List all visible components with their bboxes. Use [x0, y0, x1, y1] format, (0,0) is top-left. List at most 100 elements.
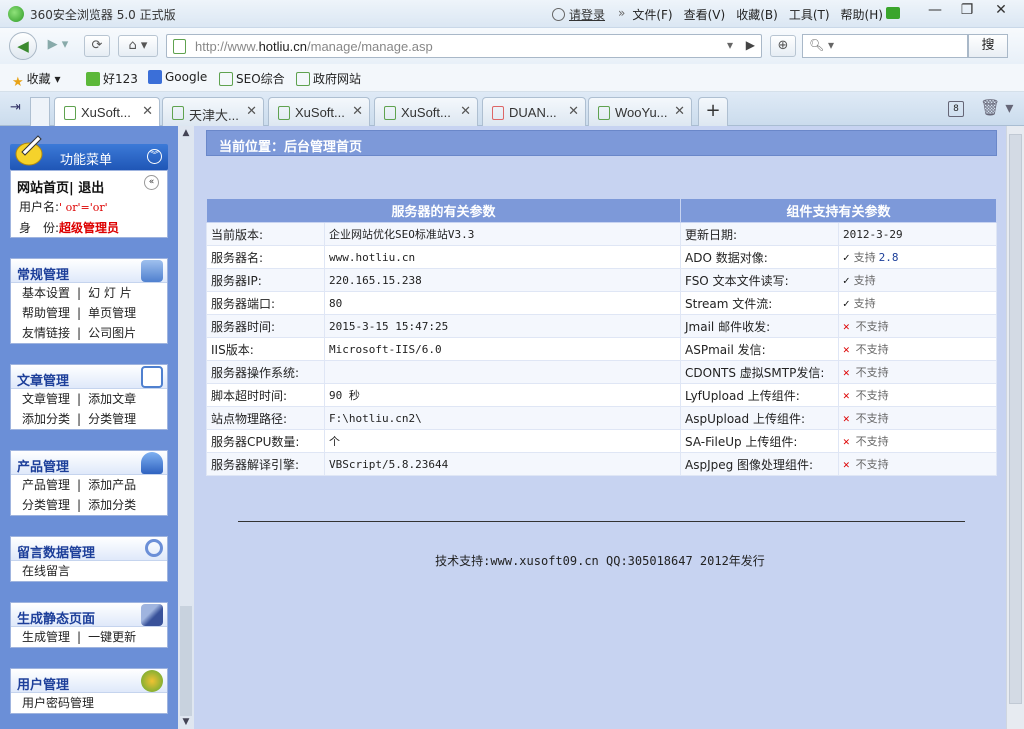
- scroll-up-icon[interactable]: ▲: [178, 128, 194, 138]
- go-icon[interactable]: ▶: [746, 38, 755, 52]
- collapse-icon[interactable]: ︾: [147, 149, 162, 164]
- tab-close-icon[interactable]: ✕: [460, 104, 471, 119]
- fav-hao123[interactable]: 好123: [86, 70, 138, 87]
- tab-close-icon[interactable]: ✕: [352, 104, 363, 119]
- page-icon: [384, 106, 396, 120]
- menu-add-product[interactable]: 添加产品: [88, 478, 136, 492]
- menu-company-images[interactable]: 公司图片: [88, 326, 136, 340]
- page-icon: [172, 106, 184, 120]
- menu-file[interactable]: 文件(F): [632, 6, 672, 23]
- home-button[interactable]: ⌂ ▾: [118, 35, 158, 57]
- component-status: ✕ 不支持: [838, 314, 997, 338]
- footer-text: 技术支持:www.xusoft09.cn QQ:305018647 2012年发…: [435, 554, 765, 568]
- menu-help[interactable]: 帮助(H): [841, 6, 883, 23]
- logout-link[interactable]: 退出: [78, 181, 104, 196]
- add-favorite-button[interactable]: ⊕: [770, 35, 796, 57]
- title-bar: 360安全浏览器 5.0 正式版 请登录 » 文件(F) 查看(V) 收藏(B)…: [0, 0, 1024, 28]
- role-value: 超级管理员: [59, 221, 120, 235]
- menu-one-click-update[interactable]: 一键更新: [88, 630, 136, 644]
- address-bar[interactable]: http://www.hotliu.cn/manage/manage.asp ▾…: [166, 34, 762, 58]
- main-scrollbar[interactable]: [1006, 126, 1024, 729]
- tab-2[interactable]: 天津大... ✕: [162, 97, 264, 126]
- new-tab-button[interactable]: +: [698, 97, 728, 126]
- menu-add-product-category[interactable]: 添加分类: [88, 498, 136, 512]
- tab-3[interactable]: XuSoft... ✕: [268, 97, 370, 126]
- menu-slideshow[interactable]: 幻 灯 片: [88, 286, 132, 300]
- minimize-button[interactable]: —: [918, 0, 952, 22]
- closed-tabs-badge[interactable]: 8: [948, 101, 964, 117]
- menu-tools[interactable]: 工具(T): [789, 6, 830, 23]
- menu-product-category-management[interactable]: 分类管理: [22, 498, 70, 512]
- table-row: 服务器名: www.hotliu.cn ADO 数据对像: ✓ 支持 2.8: [206, 245, 997, 269]
- component-status: ✓ 支持: [838, 268, 997, 292]
- settings-icon: [141, 260, 163, 282]
- main-scroll-thumb[interactable]: [1009, 134, 1022, 704]
- username-value: ' or'='or': [59, 201, 108, 214]
- tab-close-icon[interactable]: ✕: [568, 104, 579, 119]
- refresh-button[interactable]: ⟳: [84, 35, 110, 57]
- menu-generate-management[interactable]: 生成管理: [22, 630, 70, 644]
- menu-view[interactable]: 查看(V): [684, 6, 726, 23]
- tab-close-icon[interactable]: ✕: [674, 104, 685, 119]
- menu-friend-links[interactable]: 友情链接: [22, 326, 70, 340]
- tab-spacer: [30, 97, 50, 126]
- param-label: 当前版本:: [206, 222, 325, 246]
- menu-add-article[interactable]: 添加文章: [88, 392, 136, 406]
- forward-button[interactable]: ▶ ▾: [40, 35, 76, 57]
- page-icon: [219, 72, 233, 86]
- skin-icon[interactable]: [886, 7, 900, 19]
- login-link[interactable]: 请登录: [552, 6, 605, 23]
- component-status: ✕ 不支持: [838, 406, 997, 430]
- favorites-menu[interactable]: ★ 收藏 ▾: [12, 70, 61, 90]
- sidebar-toggle-icon[interactable]: ⇥: [10, 100, 21, 115]
- sidebar-scroll-thumb[interactable]: [180, 606, 192, 716]
- cross-icon: ✕: [843, 343, 850, 356]
- param-value: 90 秒: [324, 383, 681, 407]
- menu-online-messages[interactable]: 在线留言: [22, 564, 70, 578]
- component-status: ✕ 不支持: [838, 337, 997, 361]
- person-icon: [141, 452, 163, 474]
- tab-close-icon[interactable]: ✕: [246, 104, 257, 119]
- back-button[interactable]: ◀: [9, 32, 37, 60]
- google-icon: [148, 70, 162, 84]
- tab-5[interactable]: DUAN... ✕: [482, 97, 586, 126]
- menu-add-category[interactable]: 添加分类: [22, 412, 70, 426]
- component-label: Stream 文件流:: [680, 291, 839, 315]
- tab-1[interactable]: XuSoft... ✕: [54, 97, 160, 127]
- tab-close-icon[interactable]: ✕: [142, 104, 153, 119]
- menu-product-management[interactable]: 产品管理: [22, 478, 70, 492]
- magnifier-icon: [145, 539, 163, 557]
- component-status: ✕ 不支持: [838, 360, 997, 384]
- component-status: ✕ 不支持: [838, 429, 997, 453]
- menu-favorites[interactable]: 收藏(B): [736, 6, 778, 23]
- favorites-bar: ★ 收藏 ▾ 好123 Google SEO综合 政府网站: [0, 64, 1024, 92]
- home-link[interactable]: 网站首页: [17, 181, 69, 196]
- menu-single-page[interactable]: 单页管理: [88, 306, 136, 320]
- tab-6[interactable]: WooYu... ✕: [588, 97, 692, 126]
- menu-user-password[interactable]: 用户密码管理: [22, 696, 94, 710]
- param-value: 2015-3-15 15:47:25: [324, 314, 681, 338]
- group-static-pages: 生成静态页面 生成管理 | 一键更新: [10, 602, 168, 648]
- table-row: 服务器解译引擎: VBScript/5.8.23644 AspJpeg 图像处理组件…: [206, 452, 997, 476]
- fav-government[interactable]: 政府网站: [296, 70, 361, 87]
- menu-article-management[interactable]: 文章管理: [22, 392, 70, 406]
- menu-help-management[interactable]: 帮助管理: [22, 306, 70, 320]
- param-label: 服务器时间:: [206, 314, 325, 338]
- param-value: VBScript/5.8.23644: [324, 452, 681, 476]
- menu-basic-settings[interactable]: 基本设置: [22, 286, 70, 300]
- fav-seo[interactable]: SEO综合: [219, 70, 285, 87]
- close-window-button[interactable]: ✕: [984, 0, 1018, 22]
- menu-category-management[interactable]: 分类管理: [88, 412, 136, 426]
- restore-button[interactable]: ❐: [950, 0, 984, 22]
- tab-4[interactable]: XuSoft... ✕: [374, 97, 478, 126]
- sidebar-scrollbar[interactable]: ▲ ▼: [178, 126, 194, 729]
- url-dropdown-icon[interactable]: ▾: [727, 38, 733, 52]
- search-button[interactable]: 搜: [968, 34, 1008, 58]
- scroll-down-icon[interactable]: ▼: [178, 717, 194, 727]
- trash-icon[interactable]: 🗑︎ ▾: [980, 98, 1013, 117]
- fav-google[interactable]: Google: [148, 70, 207, 84]
- page-icon: [492, 106, 504, 120]
- collapse-left-icon[interactable]: «: [144, 175, 159, 190]
- search-input[interactable]: 🔍︎ ▾: [802, 34, 968, 58]
- table-row: 服务器端口: 80 Stream 文件流: ✓ 支持: [206, 291, 997, 315]
